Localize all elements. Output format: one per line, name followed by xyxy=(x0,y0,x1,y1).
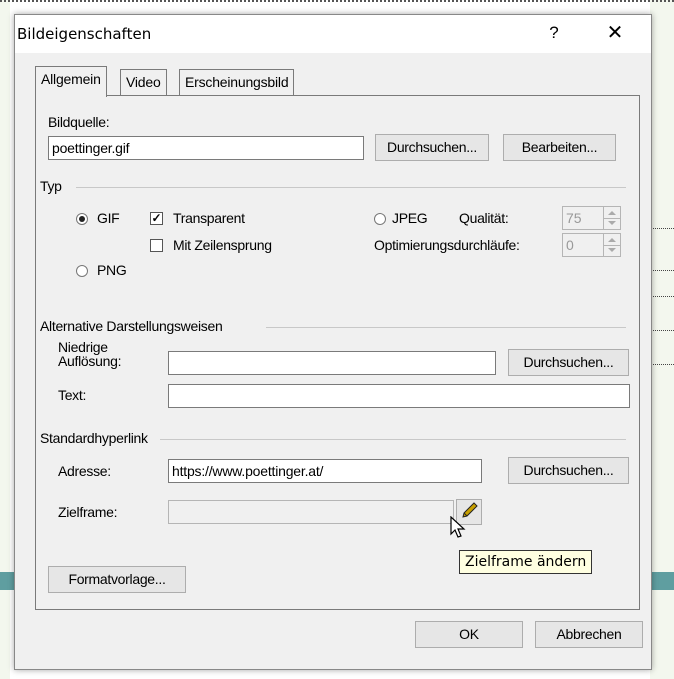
hyperlink-group-label: Standardhyperlink xyxy=(40,430,148,446)
optimization-passes-label: Optimierungsdurchläufe: xyxy=(374,237,520,253)
edit-image-button[interactable]: Bearbeiten... xyxy=(503,134,616,161)
png-radio[interactable] xyxy=(76,265,88,277)
style-template-button[interactable]: Formatvorlage... xyxy=(48,566,186,593)
close-button[interactable]: ✕ xyxy=(597,19,633,47)
address-label: Adresse: xyxy=(58,463,111,479)
browse-source-button[interactable]: Durchsuchen... xyxy=(375,134,489,161)
low-resolution-input[interactable] xyxy=(168,351,496,375)
quality-field[interactable]: 75 xyxy=(562,206,604,230)
help-button[interactable]: ? xyxy=(540,19,568,47)
quality-spinner[interactable] xyxy=(603,206,621,230)
low-resolution-label: Niedrige Auflösung: xyxy=(58,340,121,368)
low-resolution-label-line2: Auflösung: xyxy=(58,353,122,369)
alt-text-input[interactable] xyxy=(168,384,630,408)
background-dotted-line xyxy=(0,0,674,2)
browse-address-button[interactable]: Durchsuchen... xyxy=(508,457,629,484)
title-bar[interactable]: Bildeigenschaften ? ✕ xyxy=(15,15,651,53)
interlaced-label: Mit Zeilensprung xyxy=(173,237,272,253)
mouse-cursor-icon xyxy=(450,516,466,538)
target-frame-input[interactable] xyxy=(168,500,454,524)
gif-radio-label: GIF xyxy=(97,210,120,226)
png-radio-label: PNG xyxy=(97,262,127,278)
optimization-passes-field[interactable]: 0 xyxy=(562,233,604,257)
browse-low-resolution-button[interactable]: Durchsuchen... xyxy=(508,349,629,376)
dialog-title: Bildeigenschaften xyxy=(17,25,152,43)
image-source-label: Bildquelle: xyxy=(48,114,110,130)
image-source-input[interactable]: poettinger.gif xyxy=(48,136,364,160)
tab-erscheinungsbild[interactable]: Erscheinungsbild xyxy=(179,69,295,95)
cancel-button[interactable]: Abbrechen xyxy=(535,621,643,648)
quality-label: Qualität: xyxy=(459,210,509,226)
jpeg-radio[interactable] xyxy=(374,213,386,225)
type-group-label: Typ xyxy=(40,178,62,194)
gif-radio[interactable] xyxy=(76,213,88,225)
transparent-label: Transparent xyxy=(173,210,245,226)
transparent-checkbox[interactable]: ✓ xyxy=(150,212,163,225)
target-frame-label: Zielframe: xyxy=(58,504,118,520)
address-input[interactable]: https://www.poettinger.at/ xyxy=(168,459,482,483)
alt-text-label: Text: xyxy=(58,387,87,403)
jpeg-radio-label: JPEG xyxy=(392,210,428,226)
alternatives-group-label: Alternative Darstellungsweisen xyxy=(40,318,223,334)
target-frame-tooltip: Zielframe ändern xyxy=(459,550,593,574)
optimization-passes-spinner[interactable] xyxy=(603,233,621,257)
group-divider xyxy=(160,439,626,440)
tab-allgemein[interactable]: Allgemein xyxy=(35,66,107,97)
tab-panel-allgemein: Bildquelle: poettinger.gif Durchsuchen..… xyxy=(35,95,640,610)
tab-video[interactable]: Video xyxy=(120,69,167,95)
interlaced-checkbox[interactable] xyxy=(150,239,163,252)
group-divider xyxy=(266,327,626,328)
ok-button[interactable]: OK xyxy=(415,621,523,648)
group-divider xyxy=(76,187,626,188)
